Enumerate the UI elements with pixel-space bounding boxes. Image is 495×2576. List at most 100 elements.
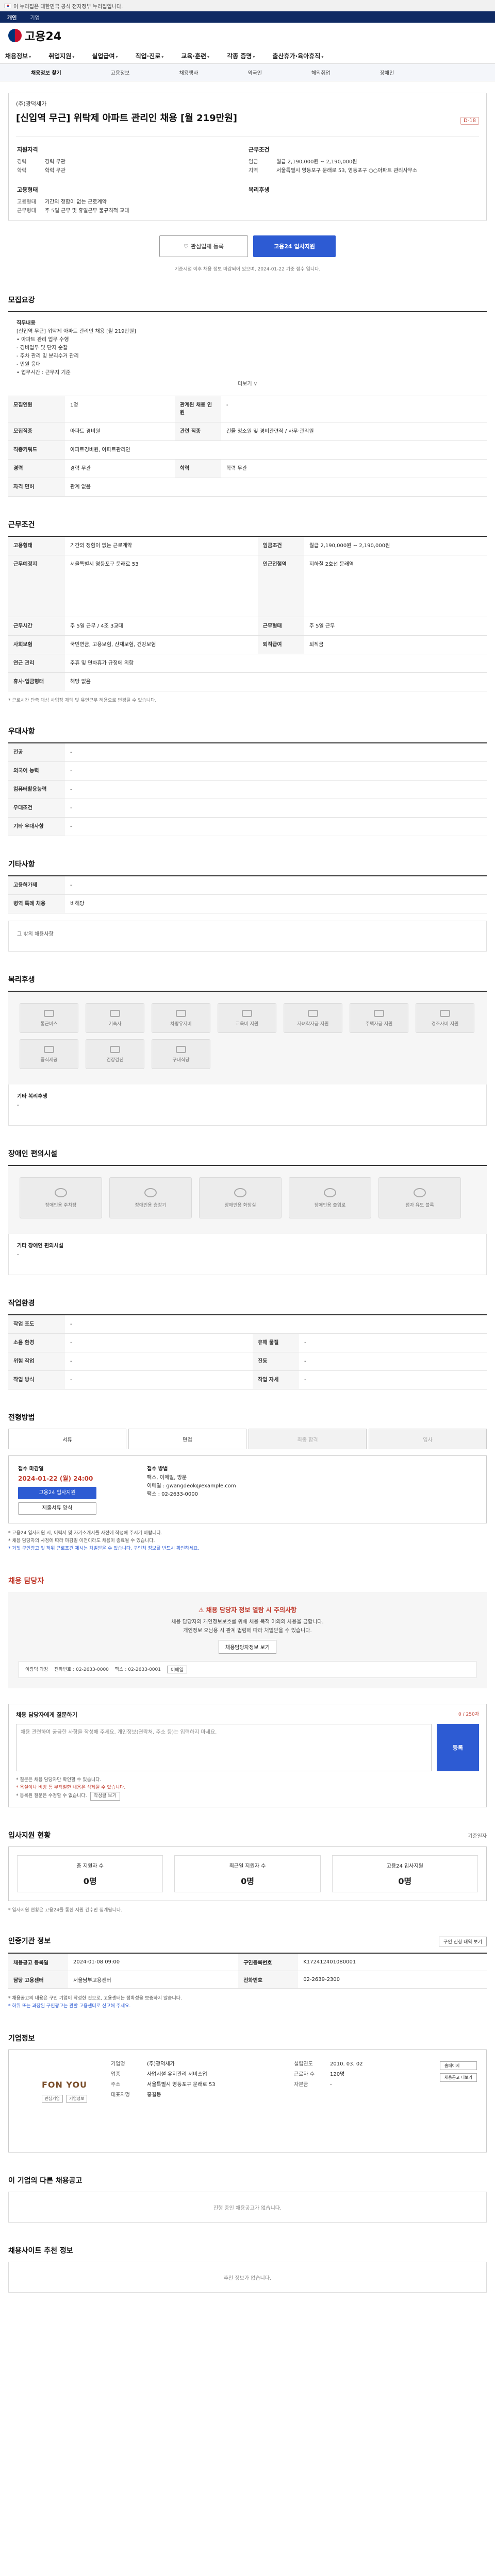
inquiry-submit-button[interactable]: 등록 [437,1724,479,1771]
gov-notice-bar: 이 누리집은 대한민국 공식 전자정부 누리집입니다. [0,0,495,11]
recommend-empty: 추천 정보가 없습니다. [8,2262,487,2293]
company-name[interactable]: (주)광덕세가 [16,99,479,108]
stat-item: 최근일 지원자 수 0명 [174,1855,321,1892]
company-info-left: 기업명 (주)광덕세가 업종 사업시설 유지관리 서비스업 주소 서울특별시 영등포구… [111,2059,294,2143]
table-row: 근무예정지 서울특별시 영등포구 문래로 53 인근전철역 지하철 2호선 문래역 [8,555,487,617]
nav-unemployment[interactable]: 실업급여 ▾ [92,52,118,60]
section-title: 기타사항 [8,860,35,869]
tab-personal[interactable]: 개인 [7,13,16,21]
table-key: 고용형태 [8,536,65,555]
nav-certificates[interactable]: 각종 증명 ▾ [227,52,255,60]
company-info-button[interactable]: 기업정보 [66,2095,88,2103]
subnav-employment-info[interactable]: 고용정보 [111,69,130,76]
apply-note-line: * 거짓 구인광고 및 허위 근로조건 제시는 처벌받을 수 있습니다. 구인처… [8,1546,200,1551]
welfare-item: 자녀학자금 지원 [284,1003,342,1033]
subnav-disabled[interactable]: 장애인 [380,69,394,76]
welfare-item-label: 자녀학자금 지원 [297,1021,329,1027]
apply-note: 기준시점 이후 채용 정보 마감되어 있으며, 2024-01-22 기준 접수… [174,267,321,272]
primary-actions: ♡ 관심업체 등록 고용24 입사지원 [8,235,487,257]
nav-leave[interactable]: 출산휴가·육아휴직 ▾ [272,52,323,60]
apply-button[interactable]: 고용24 입사지원 [253,235,336,257]
table-key: 담당 고용센터 [8,1971,68,1989]
view-manager-button[interactable]: 채용담당자정보 보기 [219,1640,276,1654]
heart-icon: ♡ [183,243,189,250]
inquiry-notes: * 질문은 채용 담당자만 확인할 수 있습니다. * 욕설이나 비방 등 부적… [16,1776,479,1801]
employment-type-heading: 고용형태 [17,187,38,193]
table-key: 위험 작업 [8,1352,65,1371]
table-row: 작업 조도 - [8,1315,487,1334]
method-block: 접수 방법 팩스, 이메일, 방문 이메일 : gwangdeok@exampl… [147,1464,477,1515]
apply-notes: * 고용24 입사지원 시, 이력서 및 자기소개서를 사전에 작성해 주시기 … [8,1530,487,1553]
nav-certificates-label: 각종 증명 [227,53,252,60]
apply-button-secondary[interactable]: 고용24 입사지원 [18,1487,96,1499]
table-value: 비해당 [65,894,487,913]
company-value: 홍길동 [147,2092,161,2098]
table-value: 기간의 정함이 없는 근로계약 [65,536,258,555]
user-type-bar: 개인 기업 [0,11,495,23]
table-value: 서울특별시 영등포구 문래로 53 [65,555,258,617]
section-title: 채용 담당자 [8,1577,44,1585]
company-favorite-button[interactable]: 관심기업 [41,2095,63,2103]
facility-item-label: 장애인용 주차장 [45,1202,77,1208]
table-value: 1명 [65,396,175,422]
table-key: 유해 물질 [253,1333,299,1352]
taegeuk-icon [8,29,22,42]
welfare-etc-value: - [17,1103,19,1108]
company-key: 기업명 [111,2061,125,2067]
more-jobs-button[interactable]: 채용공고 더보기 [439,2073,477,2082]
duty-more-button[interactable]: 더보기 ∨ [16,380,478,388]
table-row: 자격 면허 관계 없음 [8,478,487,497]
table-key: 작업 자세 [253,1370,299,1389]
nav-jobs[interactable]: 채용정보 ▾ [5,52,31,60]
table-value: 학력 무관 [221,459,487,478]
my-posts-button[interactable]: 작성글 보기 [90,1792,120,1801]
table-value: 아파트경비원, 아파트관리인 [65,440,487,460]
table-row: 외국어 능력 - [8,761,487,781]
chevron-down-icon: ▾ [72,55,75,59]
homepage-button[interactable]: 홈페이지 [439,2061,477,2070]
table-key: 근무예정지 [8,555,65,617]
privacy-text: 개인정보 오남용 시 관계 법령에 따라 처벌받을 수 있습니다. [183,1628,312,1634]
nav-support[interactable]: 취업지원 ▾ [48,52,74,60]
stat-label: 총 지원자 수 [76,1863,104,1869]
table-row: 고용허가제 - [8,876,487,895]
medical-icon [110,1045,120,1053]
job-title: [신입역 무근] 위탁제 아파트 관리인 채용 [월 219만원] [16,113,237,124]
summary-row: 임금 월급 2,190,000원 ~ 2,190,000원 [249,158,479,166]
subnav-foreigner[interactable]: 외국인 [248,69,262,76]
condition-heading: 근무조건 [249,146,270,153]
tab-business[interactable]: 기업 [30,13,39,21]
interest-button[interactable]: ♡ 관심업체 등록 [159,235,248,257]
welfare-item: 기숙사 [86,1003,144,1033]
email-button[interactable]: 이메일 [167,1666,187,1673]
table-row: 작업 방식 - 작업 자세 - [8,1370,487,1389]
company-key: 업종 [111,2072,121,2077]
facility-etc-label: 기타 장애인 편의시설 [17,1243,63,1249]
privacy-warning: ⚠ 채용 담당자 정보 열람 시 주의사항 [19,1605,476,1614]
reg-history-button[interactable]: 구인 신청 내역 보기 [439,1937,487,1946]
graduation-cap-icon [308,1009,318,1017]
method-line: 이메일 : gwangdeok@example.com [147,1483,236,1489]
nav-career[interactable]: 직업·진로 ▾ [136,52,164,60]
welfare-grid: 통근버스 기숙사 차량유지비 교육비 지원 자녀학자금 지원 주택자금 지원 경… [8,991,487,1084]
nav-leave-label: 출산휴가·육아휴직 [272,53,321,60]
site-logo[interactable]: 고용24 [8,27,61,44]
table-key: 관련 직종 [174,422,221,441]
document-form-button[interactable]: 제출서류 양식 [18,1502,96,1515]
inquiry-note: * 질문은 채용 담당자만 확인할 수 있습니다. [16,1777,102,1783]
table-value: 지하철 2호선 문래역 [304,555,487,617]
apply-note-line: * 채용 담당자의 사정에 따라 마감일 이전이라도 채용이 종료될 수 있습니… [8,1538,155,1544]
duty-line: • 아파트 관리 업무 수행 [16,337,69,343]
subnav-overseas[interactable]: 해외취업 [311,69,331,76]
main-nav: 채용정보 ▾ 취업지원 ▾ 실업급여 ▾ 직업·진로 ▾ 교육·훈련 ▾ 각종 증명 ▾ 출… [0,48,495,64]
summary-value: 월급 2,190,000원 ~ 2,190,000원 [276,159,357,165]
section-title: 입사지원 현황 [8,1832,51,1840]
inquiry-textarea[interactable]: 채용 관련하여 궁금한 사항을 작성해 주세요. 개인정보(연락처, 주소 등)… [16,1724,432,1771]
table-key: 전공 [8,743,65,762]
table-row: 위험 작업 - 진동 - [8,1352,487,1371]
nav-training[interactable]: 교육·훈련 ▾ [181,52,209,60]
subnav-job-search[interactable]: 채용정보 찾기 [31,69,61,76]
subnav-events[interactable]: 채용행사 [179,69,199,76]
table-value: 주휴 및 연차휴가 규정에 의함 [65,654,487,673]
toilet-icon [234,1188,246,1197]
